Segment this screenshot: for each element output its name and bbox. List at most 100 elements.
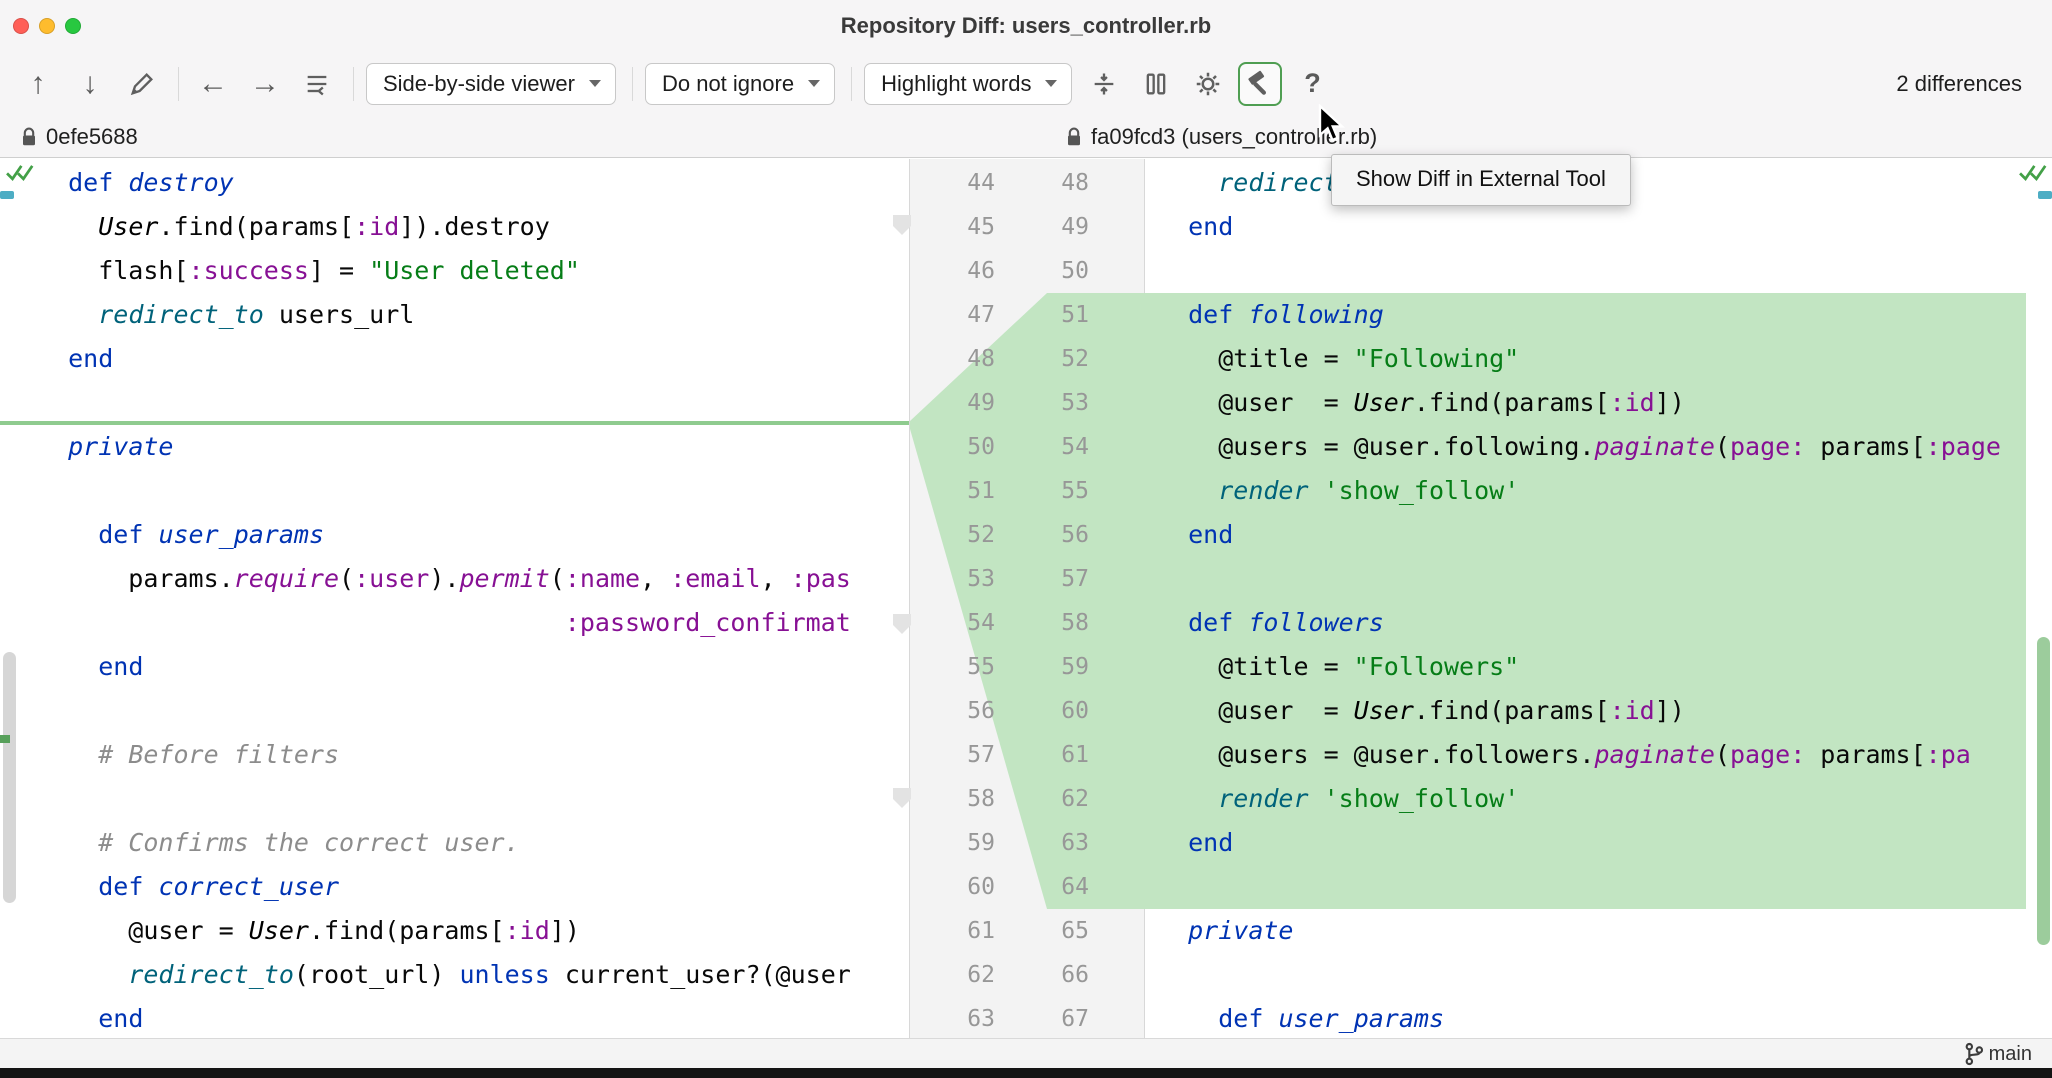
code-line: User.find(params[:id]).destroy [38,205,910,249]
code-line: :password_confirmat [38,601,910,645]
line-numbers: 5458 [910,601,1145,645]
code-line: end [38,997,910,1038]
code-line: def correct_user [38,865,910,909]
forward-button[interactable]: → [243,62,287,106]
line-numbers: 5054 [910,425,1145,469]
toolbar: ↑ ↓ ← → Side-by-side viewer Do not ignor… [0,52,2052,115]
show-diff-in-external-tool-button[interactable] [1238,62,1282,106]
line-numbers: 5963 [910,821,1145,865]
code-line: @title = "Followers" [1158,645,2052,689]
viewer-mode-select[interactable]: Side-by-side viewer [366,63,616,105]
line-numbers: 4448 [910,161,1145,205]
left-code-pane[interactable]: def destroy User.find(params[:id]).destr… [0,159,910,1038]
differences-count: 2 differences [1896,71,2022,97]
lock-icon [20,126,38,148]
pane-divider [1144,909,1145,1038]
code-line: @user = User.find(params[:id]) [1158,689,2052,733]
line-numbers: 4751 [910,293,1145,337]
title-bar: Repository Diff: users_controller.rb [0,0,2052,52]
code-line: # Confirms the correct user. [38,821,910,865]
toolbar-separator [178,67,179,101]
code-line: redirect_to(root_url) unless current_use… [38,953,910,997]
insertion-marker-line [0,421,910,425]
toolbar-separator [632,67,633,101]
code-line [1158,557,2052,601]
collapse-icon [1090,70,1118,98]
code-line [38,777,910,821]
line-numbers: 6266 [910,953,1145,997]
help-button[interactable]: ? [1290,62,1334,106]
code-line: render 'show_follow' [1158,469,2052,513]
edit-source-button[interactable] [120,62,164,106]
change-marker-teal-left[interactable] [0,191,14,199]
change-marker-teal-right[interactable] [2038,191,2052,199]
code-line: # Before filters [38,733,910,777]
code-line: flash[:success] = "User deleted" [38,249,910,293]
toolbar-separator [851,67,852,101]
left-revision-header: 0efe5688 [20,115,138,158]
change-marker-green-left[interactable] [0,735,10,743]
tooltip-text: Show Diff in External Tool [1356,166,1606,191]
gutter-numbers: 4448454946504751485249535054515552565357… [910,161,1145,1038]
right-scrollbar-thumb[interactable] [2037,637,2050,945]
code-line: params.require(:user).permit(:name, :ema… [38,557,910,601]
code-line: def user_params [1158,997,2052,1038]
code-line: @title = "Following" [1158,337,2052,381]
code-line [38,689,910,733]
all-changes-applied-icon-right [2018,161,2048,188]
code-line [38,469,910,513]
previous-difference-button[interactable]: ↑ [16,62,60,106]
right-code: redirect_to users_url end def following … [1145,161,2052,1038]
settings-button[interactable] [1186,62,1230,106]
whitespace-ignore-select[interactable]: Do not ignore [645,63,835,105]
code-line: end [1158,513,2052,557]
code-line [1158,953,2052,997]
lock-icon [1065,126,1083,148]
code-line: @user = User.find(params[:id]) [1158,381,2052,425]
chevron-down-icon [808,80,820,87]
left-code: def destroy User.find(params[:id]).destr… [0,161,910,1038]
right-code-pane[interactable]: redirect_to users_url end def following … [1145,159,2052,1038]
viewer-mode-label: Side-by-side viewer [383,71,575,97]
window-title: Repository Diff: users_controller.rb [0,0,2052,52]
line-numbers: 5862 [910,777,1145,821]
code-line: def destroy [38,161,910,205]
left-scrollbar-thumb[interactable] [3,652,16,903]
diff-content: def destroy User.find(params[:id]).destr… [0,159,2052,1038]
git-branch-name: main [1989,1043,2032,1066]
code-line: @users = @user.following.paginate(page: … [1158,425,2052,469]
collapse-unchanged-button[interactable] [1082,62,1126,106]
code-line: end [38,337,910,381]
list-icon [303,70,331,98]
status-bar: main [0,1038,2052,1068]
back-button[interactable]: ← [191,62,235,106]
sync-scrolling-button[interactable] [1134,62,1178,106]
chevron-down-icon [589,80,601,87]
tooltip: Show Diff in External Tool [1331,154,1631,206]
code-line [1158,249,2052,293]
code-line: render 'show_follow' [1158,777,2052,821]
pane-divider [1144,159,1145,293]
highlight-mode-select[interactable]: Highlight words [864,63,1072,105]
code-line: @user = User.find(params[:id]) [38,909,910,953]
changed-files-list-button[interactable] [295,62,339,106]
all-changes-applied-icon-left [5,161,35,188]
window-bottom-edge [0,1068,2052,1078]
line-numbers: 5256 [910,513,1145,557]
code-line: @users = @user.followers.paginate(page: … [1158,733,2052,777]
line-numbers: 5155 [910,469,1145,513]
git-branch-widget[interactable]: main [1963,1039,2032,1069]
code-line: private [1158,909,2052,953]
line-numbers: 4953 [910,381,1145,425]
code-line: end [38,645,910,689]
line-numbers: 5761 [910,733,1145,777]
code-line [38,381,910,425]
code-line: def user_params [38,513,910,557]
pane-divider [909,159,910,1038]
next-difference-button[interactable]: ↓ [68,62,112,106]
toolbar-separator [353,67,354,101]
whitespace-ignore-label: Do not ignore [662,71,794,97]
mouse-cursor [1318,104,1352,149]
code-line: def following [1158,293,2052,337]
line-numbers: 5660 [910,689,1145,733]
